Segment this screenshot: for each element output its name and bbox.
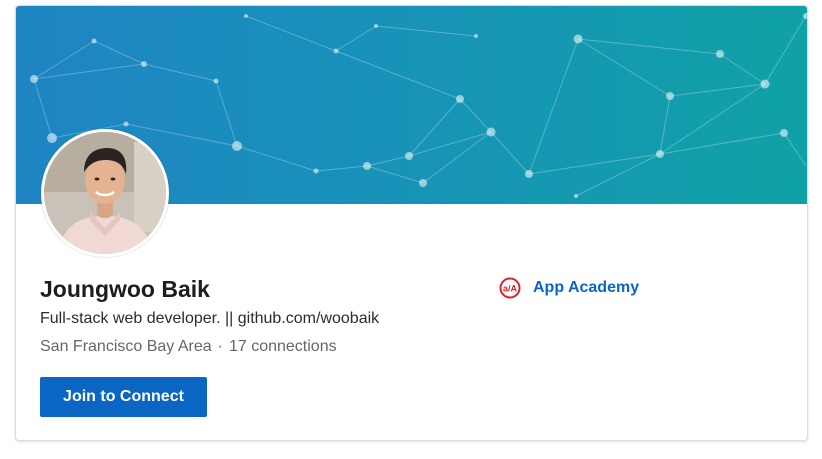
meta-separator: · — [217, 338, 223, 355]
company-link[interactable]: a/A App Academy — [499, 277, 639, 299]
join-to-connect-button[interactable]: Join to Connect — [40, 377, 207, 417]
svg-text:a/A: a/A — [503, 284, 518, 294]
profile-headline: Full-stack web developer. || github.com/… — [40, 310, 380, 327]
profile-connections: 17 connections — [228, 338, 337, 355]
person-photo-icon — [44, 132, 166, 254]
company-name: App Academy — [533, 279, 640, 296]
app-academy-logo-icon: a/A — [499, 277, 521, 299]
profile-location: San Francisco Bay Area — [40, 338, 212, 355]
profile-card: Joungwoo Baik Full-stack web developer. … — [15, 5, 808, 441]
profile-meta: San Francisco Bay Area · 17 connections — [40, 338, 337, 356]
profile-photo — [41, 129, 169, 257]
profile-name: Joungwoo Baik — [40, 276, 210, 302]
